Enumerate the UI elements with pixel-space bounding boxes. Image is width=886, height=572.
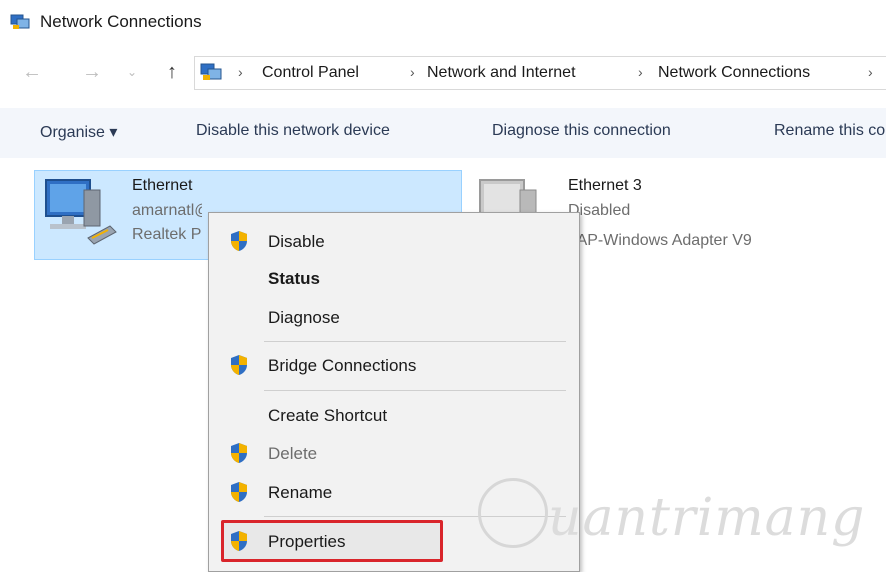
menu-item-rename[interactable]: Rename — [268, 483, 332, 503]
network-connections-icon — [10, 14, 30, 29]
title-bar: Network Connections — [0, 0, 886, 44]
adapter-name: Ethernet — [132, 177, 193, 194]
breadcrumb-separator: › — [410, 64, 415, 80]
recent-locations-chevron-icon[interactable]: ⌄ — [120, 60, 144, 84]
diagnose-connection-button[interactable]: Diagnose this connection — [492, 122, 671, 140]
menu-item-status[interactable]: Status — [268, 269, 320, 289]
network-adapter-icon — [45, 179, 117, 245]
breadcrumb-control-panel[interactable]: Control Panel — [262, 64, 359, 82]
menu-item-delete: Delete — [268, 444, 318, 463]
rename-connection-button[interactable]: Rename this connection — [774, 122, 886, 140]
shield-icon — [231, 482, 247, 502]
watermark-text: uantrimang — [548, 488, 866, 548]
window-title: Network Connections — [40, 12, 202, 31]
adapter-device: Realtek PCIe GbE Family Controller — [132, 226, 202, 243]
menu-item-bridge-connections[interactable]: Bridge Connections — [268, 356, 416, 376]
breadcrumb-separator: › — [238, 64, 243, 80]
menu-item-diagnose[interactable]: Diagnose — [268, 308, 340, 328]
forward-icon[interactable]: → — [80, 60, 104, 84]
menu-item-create-shortcut[interactable]: Create Shortcut — [268, 406, 387, 426]
adapter-device: TAP-Windows Adapter V9 — [568, 232, 752, 249]
control-panel-icon — [200, 63, 222, 80]
adapter-network: amarnatl@... — [132, 202, 202, 219]
command-bar — [0, 108, 886, 158]
shield-icon — [231, 531, 247, 551]
shield-icon — [231, 231, 247, 251]
adapter-name: Ethernet 3 — [568, 177, 642, 194]
breadcrumb-separator: › — [638, 64, 643, 80]
breadcrumb-network-and-internet[interactable]: Network and Internet — [427, 64, 576, 82]
shield-icon — [231, 443, 247, 463]
menu-item-disable[interactable]: Disable — [268, 232, 325, 252]
breadcrumb-separator: › — [868, 64, 873, 80]
menu-item-properties[interactable]: Properties — [268, 532, 345, 552]
menu-separator — [264, 390, 566, 391]
organise-button[interactable]: Organise ▾ — [40, 122, 117, 142]
back-icon[interactable]: ← — [20, 60, 44, 84]
shield-icon — [231, 355, 247, 375]
watermark-bulb-icon — [478, 478, 548, 548]
up-icon[interactable]: ↑ — [160, 60, 184, 84]
disable-device-button[interactable]: Disable this network device — [196, 122, 390, 140]
menu-separator — [264, 341, 566, 342]
breadcrumb-network-connections[interactable]: Network Connections — [658, 64, 810, 82]
